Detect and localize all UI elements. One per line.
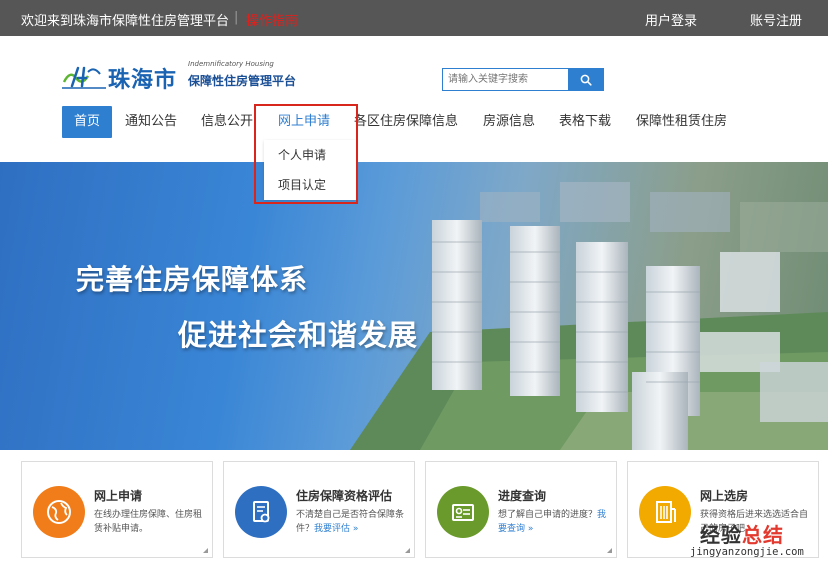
search-button[interactable] [568, 68, 604, 91]
banner-city-illustration [350, 182, 828, 450]
watermark-text: 经验总结 [700, 523, 784, 547]
card-online-apply[interactable]: 网上申请 在线办理住房保障、住房租赁补贴申请。 [21, 461, 213, 558]
nav-form-download[interactable]: 表格下载 [559, 106, 611, 138]
nav-housing-info[interactable]: 房源信息 [483, 106, 535, 138]
top-bar: 欢迎来到珠海市保障性住房管理平台 | 操作指南 用户登录 账号注册 [0, 0, 828, 36]
hero-banner: 完善住房保障体系 促进社会和谐发展 [0, 162, 828, 450]
login-link[interactable]: 用户登录 [645, 10, 697, 29]
search-input[interactable] [442, 68, 569, 91]
banner-slogan-1: 完善住房保障体系 [76, 263, 309, 296]
topbar-separator: | [234, 10, 239, 25]
logo-mark-icon [62, 66, 106, 89]
id-card-icon [437, 486, 489, 538]
nav-notices[interactable]: 通知公告 [125, 106, 177, 138]
highlight-box [254, 104, 358, 204]
card-link[interactable]: 我要评估 » [314, 524, 358, 534]
card-desc: 想了解自己申请的进度？我要查询 » [498, 510, 607, 534]
logo-subtitle: 保障性住房管理平台 [188, 74, 297, 88]
certificate-icon [235, 486, 287, 538]
card-title: 网上申请 [94, 489, 143, 503]
nav-district-info[interactable]: 各区住房保障信息 [354, 106, 458, 138]
nav-rental-housing[interactable]: 保障性租赁住房 [636, 106, 727, 138]
card-title: 进度查询 [498, 489, 547, 503]
register-link[interactable]: 账号注册 [750, 10, 802, 29]
guide-link[interactable]: 操作指南 [246, 10, 298, 29]
corner-arrow-icon [203, 548, 208, 553]
building-icon [639, 486, 691, 538]
card-eligibility[interactable]: 住房保障资格评估 不清楚自己是否符合保障条件？我要评估 » [223, 461, 415, 558]
card-desc: 不清楚自己是否符合保障条件？我要评估 » [296, 510, 405, 534]
corner-arrow-icon [607, 548, 612, 553]
watermark: 经验总结 jingyanzongjie.com [690, 519, 828, 568]
logo-city: 珠海市 [108, 68, 178, 93]
nav-info-disclosure[interactable]: 信息公开 [201, 106, 253, 138]
search-box [442, 68, 604, 91]
globe-icon [33, 486, 85, 538]
banner-slogan-2: 促进社会和谐发展 [178, 318, 419, 352]
card-progress[interactable]: 进度查询 想了解自己申请的进度？我要查询 » [425, 461, 617, 558]
nav-home[interactable]: 首页 [62, 106, 113, 138]
welcome-text: 欢迎来到珠海市保障性住房管理平台 [21, 14, 230, 29]
card-title: 网上选房 [700, 489, 749, 503]
watermark-url: jingyanzongjie.com [690, 546, 804, 558]
card-title: 住房保障资格评估 [296, 489, 393, 503]
search-icon [580, 74, 592, 86]
card-desc: 在线办理住房保障、住房租赁补贴申请。 [94, 510, 203, 534]
logo-english: Indemnificatory Housing [188, 60, 274, 68]
main-nav: 首页 通知公告 信息公开 网上申请 各区住房保障信息 房源信息 表格下载 保障性… [0, 106, 828, 140]
corner-arrow-icon [405, 548, 410, 553]
